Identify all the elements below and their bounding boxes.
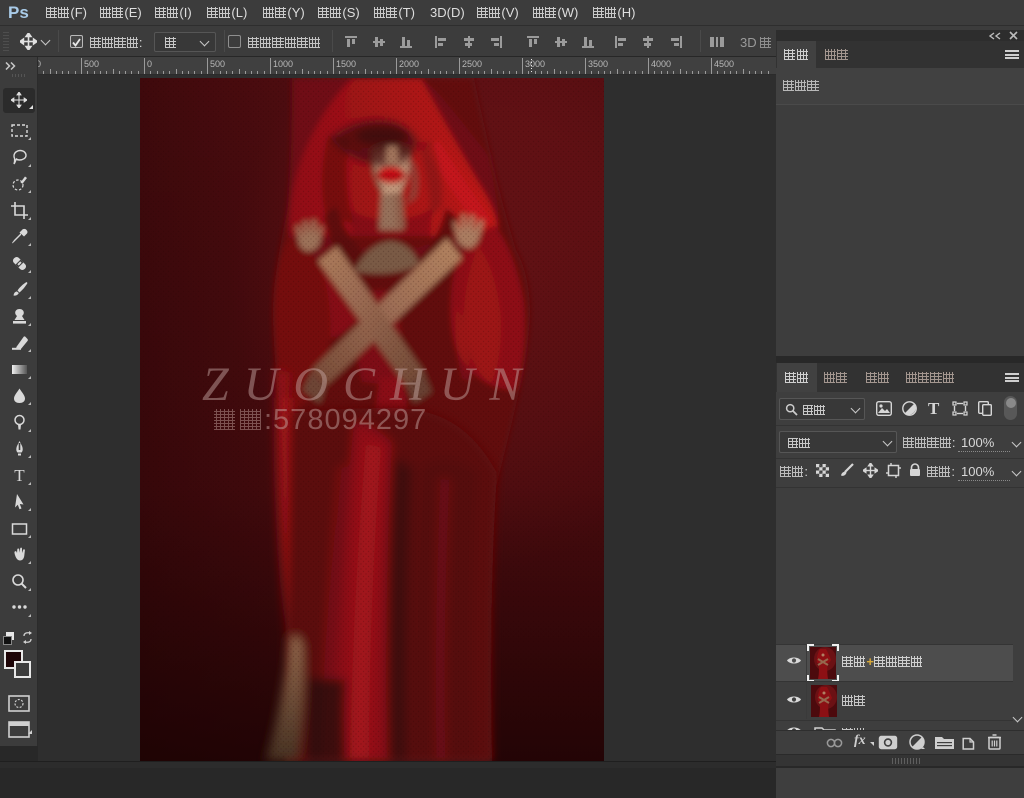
svg-text::578094297: :578094297 xyxy=(264,404,427,436)
svg-text:T: T xyxy=(14,466,25,485)
